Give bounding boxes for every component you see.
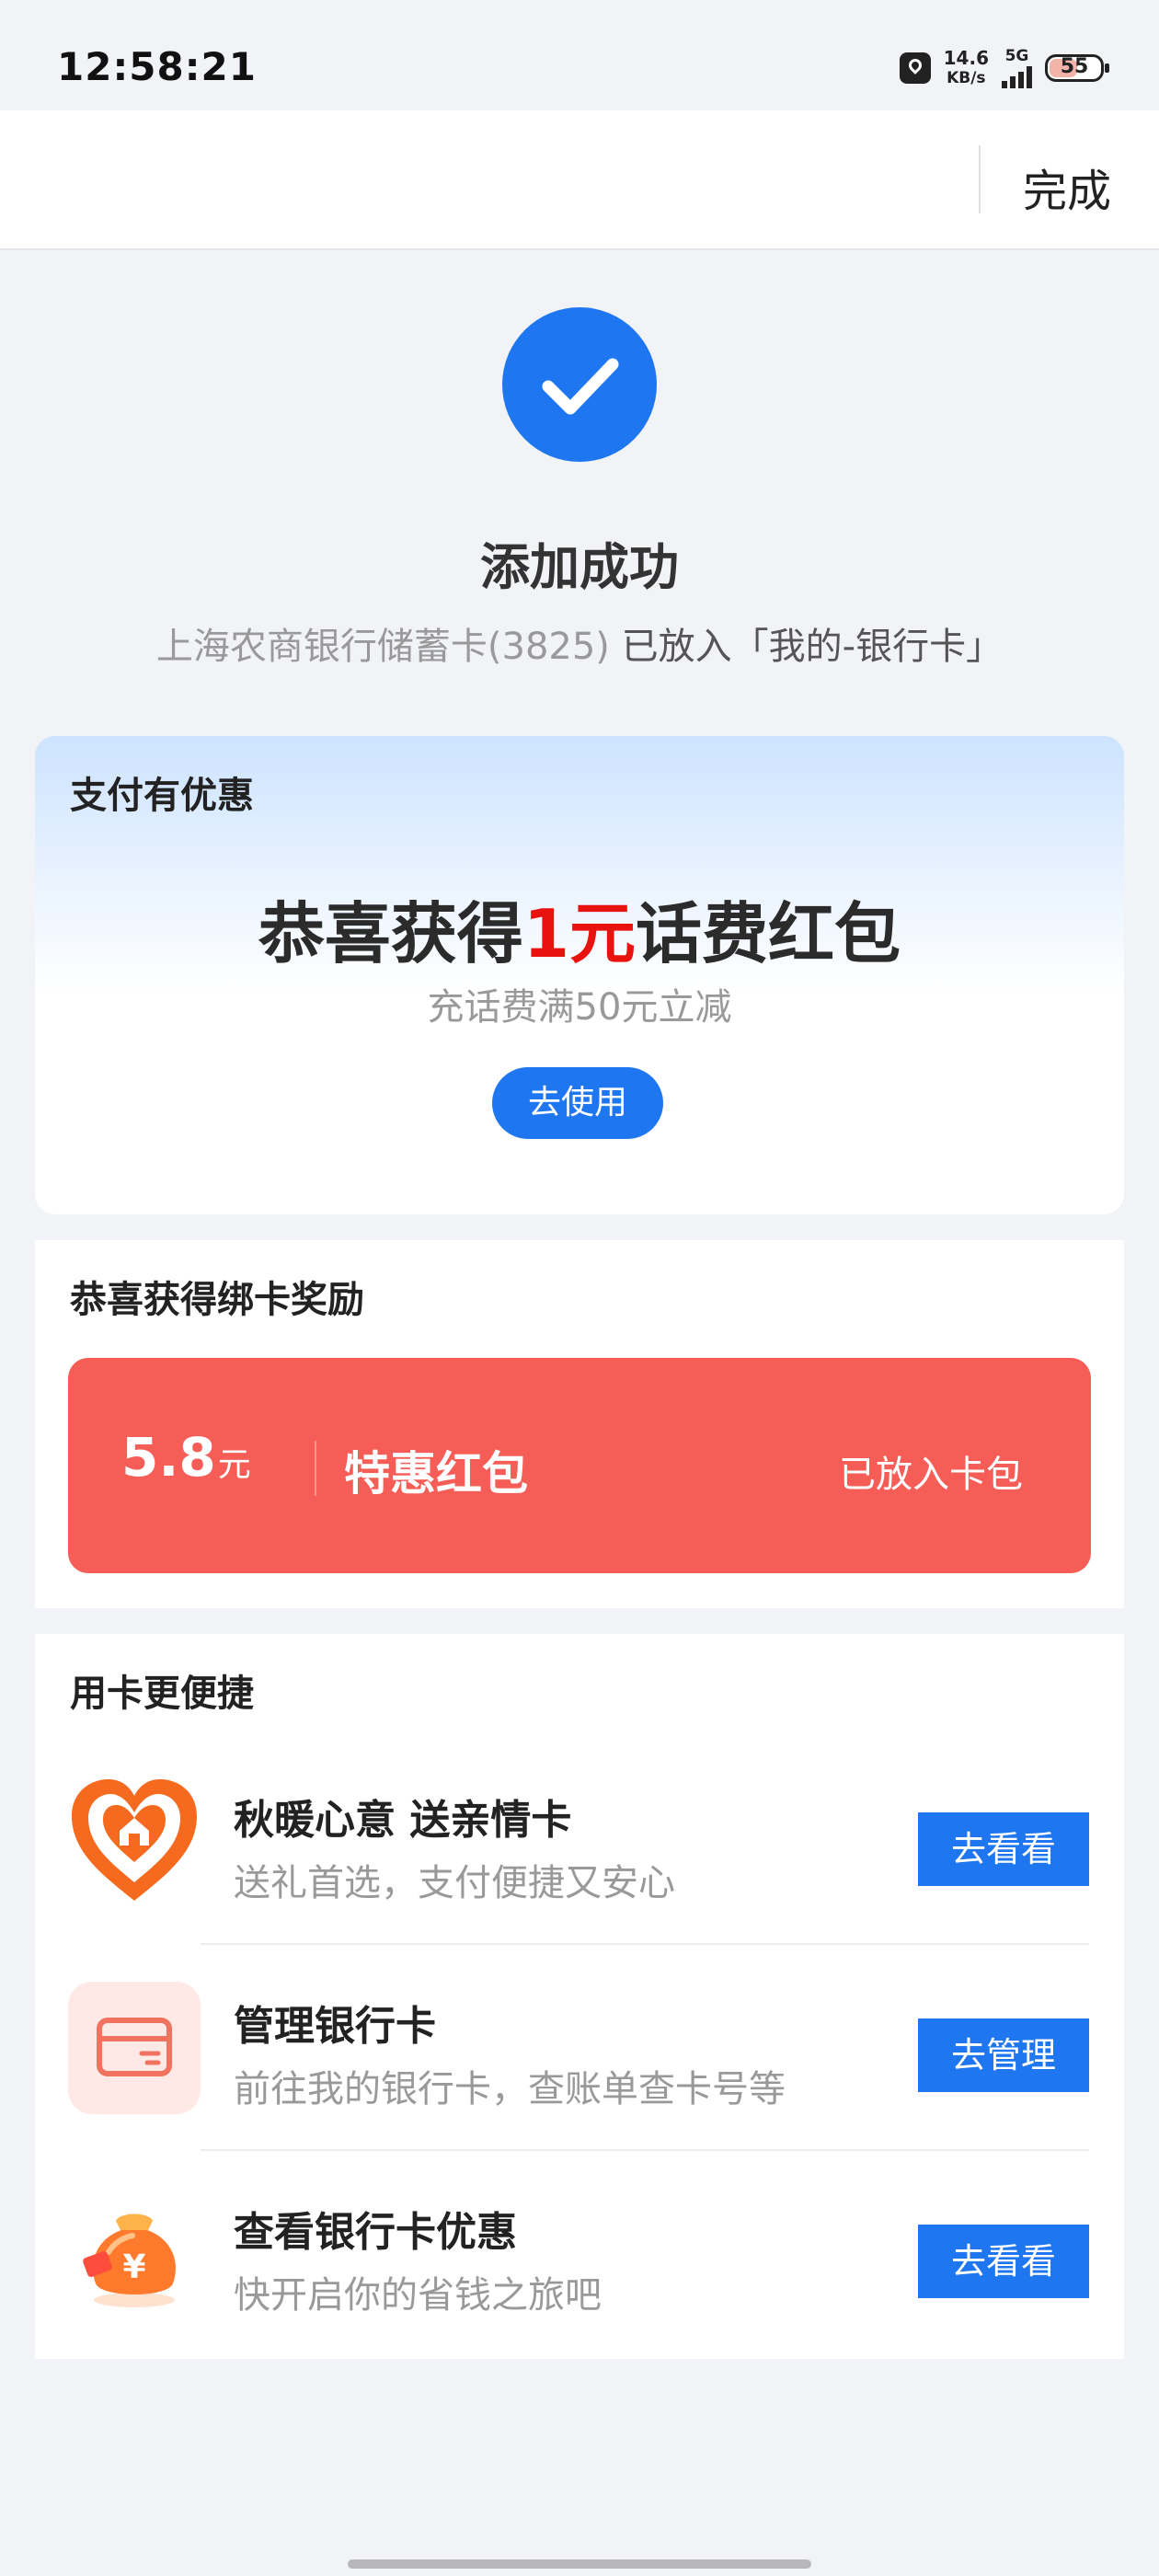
reward-name: 特惠红包 [344,1447,528,1501]
home-indicator[interactable] [348,2559,811,2569]
item-title: 管理银行卡 [234,2003,436,2050]
promo-condition: 充话费满50元立减 [427,986,732,1029]
money-bag-icon: ¥ [68,2188,201,2320]
signal-icon [1002,64,1032,88]
heart-home-icon [68,1776,201,1908]
go-see-button[interactable]: 去看看 [918,1812,1089,1886]
promo-headline-amount: 1元 [522,895,637,972]
promo-section-title: 支付有优惠 [70,775,254,817]
status-time: 12:58:21 [57,44,257,89]
promo-headline-suffix: 话费红包 [636,895,901,972]
reward-coupon[interactable]: 5.8元 特惠红包 已放入卡包 [68,1358,1091,1573]
bind-card-reward-section: 恭喜获得绑卡奖励 5.8元 特惠红包 已放入卡包 [35,1240,1124,1608]
speed-value: 14.6 [943,47,989,69]
done-button[interactable]: 完成 [1023,155,1111,219]
item-title: 查看银行卡优惠 [234,2209,517,2256]
speed-unit: KB/s [947,69,986,87]
status-icons: 14.6 KB/s 5G 55 [899,48,1109,88]
promo-headline: 恭喜获得1元话费红包 [35,880,1124,976]
reward-amount-value: 5.8 [121,1426,216,1489]
item-desc: 快开启你的省钱之旅吧 [234,2274,602,2317]
battery-icon: 55 [1045,54,1109,82]
bank-card-icon [68,1982,201,2114]
list-item[interactable]: ¥ 查看银行卡优惠 快开启你的省钱之旅吧 去看看 [35,2151,1124,2357]
placed-text: 已放入「我的-银行卡」 [621,626,1004,668]
card-convenience-section: 用卡更便捷 秋暖心意 送亲情卡 送礼首选，支付便捷又安心 去看看 管理银行卡 前… [35,1634,1124,2359]
top-bar: 完成 [0,110,1159,250]
card-name: 上海农商银行储蓄卡(3825) [155,626,610,668]
go-manage-button[interactable]: 去管理 [918,2018,1089,2092]
item-title: 秋暖心意 送亲情卡 [234,1797,572,1844]
network-type: 5G [1004,47,1029,65]
list-item[interactable]: 秋暖心意 送亲情卡 送礼首选，支付便捷又安心 去看看 [35,1739,1124,1945]
success-subtitle: 上海农商银行储蓄卡(3825) 已放入「我的-银行卡」 [0,616,1159,670]
reward-divider [315,1441,316,1496]
status-bar: 12:58:21 14.6 KB/s 5G 55 [0,0,1159,110]
reward-amount: 5.8元 [121,1426,251,1489]
go-see-button[interactable]: 去看看 [918,2225,1089,2298]
success-title: 添加成功 [480,538,679,596]
reward-amount-unit: 元 [217,1446,251,1484]
network-indicator: 5G [1002,48,1032,88]
success-check-icon [502,307,657,462]
payment-promo-card: 支付有优惠 恭喜获得1元话费红包 充话费满50元立减 去使用 [35,736,1124,1214]
reward-status: 已放入卡包 [839,1454,1023,1496]
network-speed: 14.6 KB/s [944,48,989,88]
list-item[interactable]: 管理银行卡 前往我的银行卡，查账单查卡号等 去管理 [35,1945,1124,2151]
battery-level: 55 [1060,55,1089,78]
promo-headline-prefix: 恭喜获得 [258,895,523,972]
svg-text:¥: ¥ [122,2248,145,2286]
item-desc: 送礼首选，支付便捷又安心 [234,1862,675,1904]
location-icon [899,52,931,84]
reward-section-title: 恭喜获得绑卡奖励 [70,1279,364,1321]
top-bar-divider [979,145,981,213]
convenience-section-title: 用卡更便捷 [70,1673,254,1715]
item-desc: 前往我的银行卡，查账单查卡号等 [234,2068,786,2110]
use-coupon-button[interactable]: 去使用 [492,1067,663,1139]
